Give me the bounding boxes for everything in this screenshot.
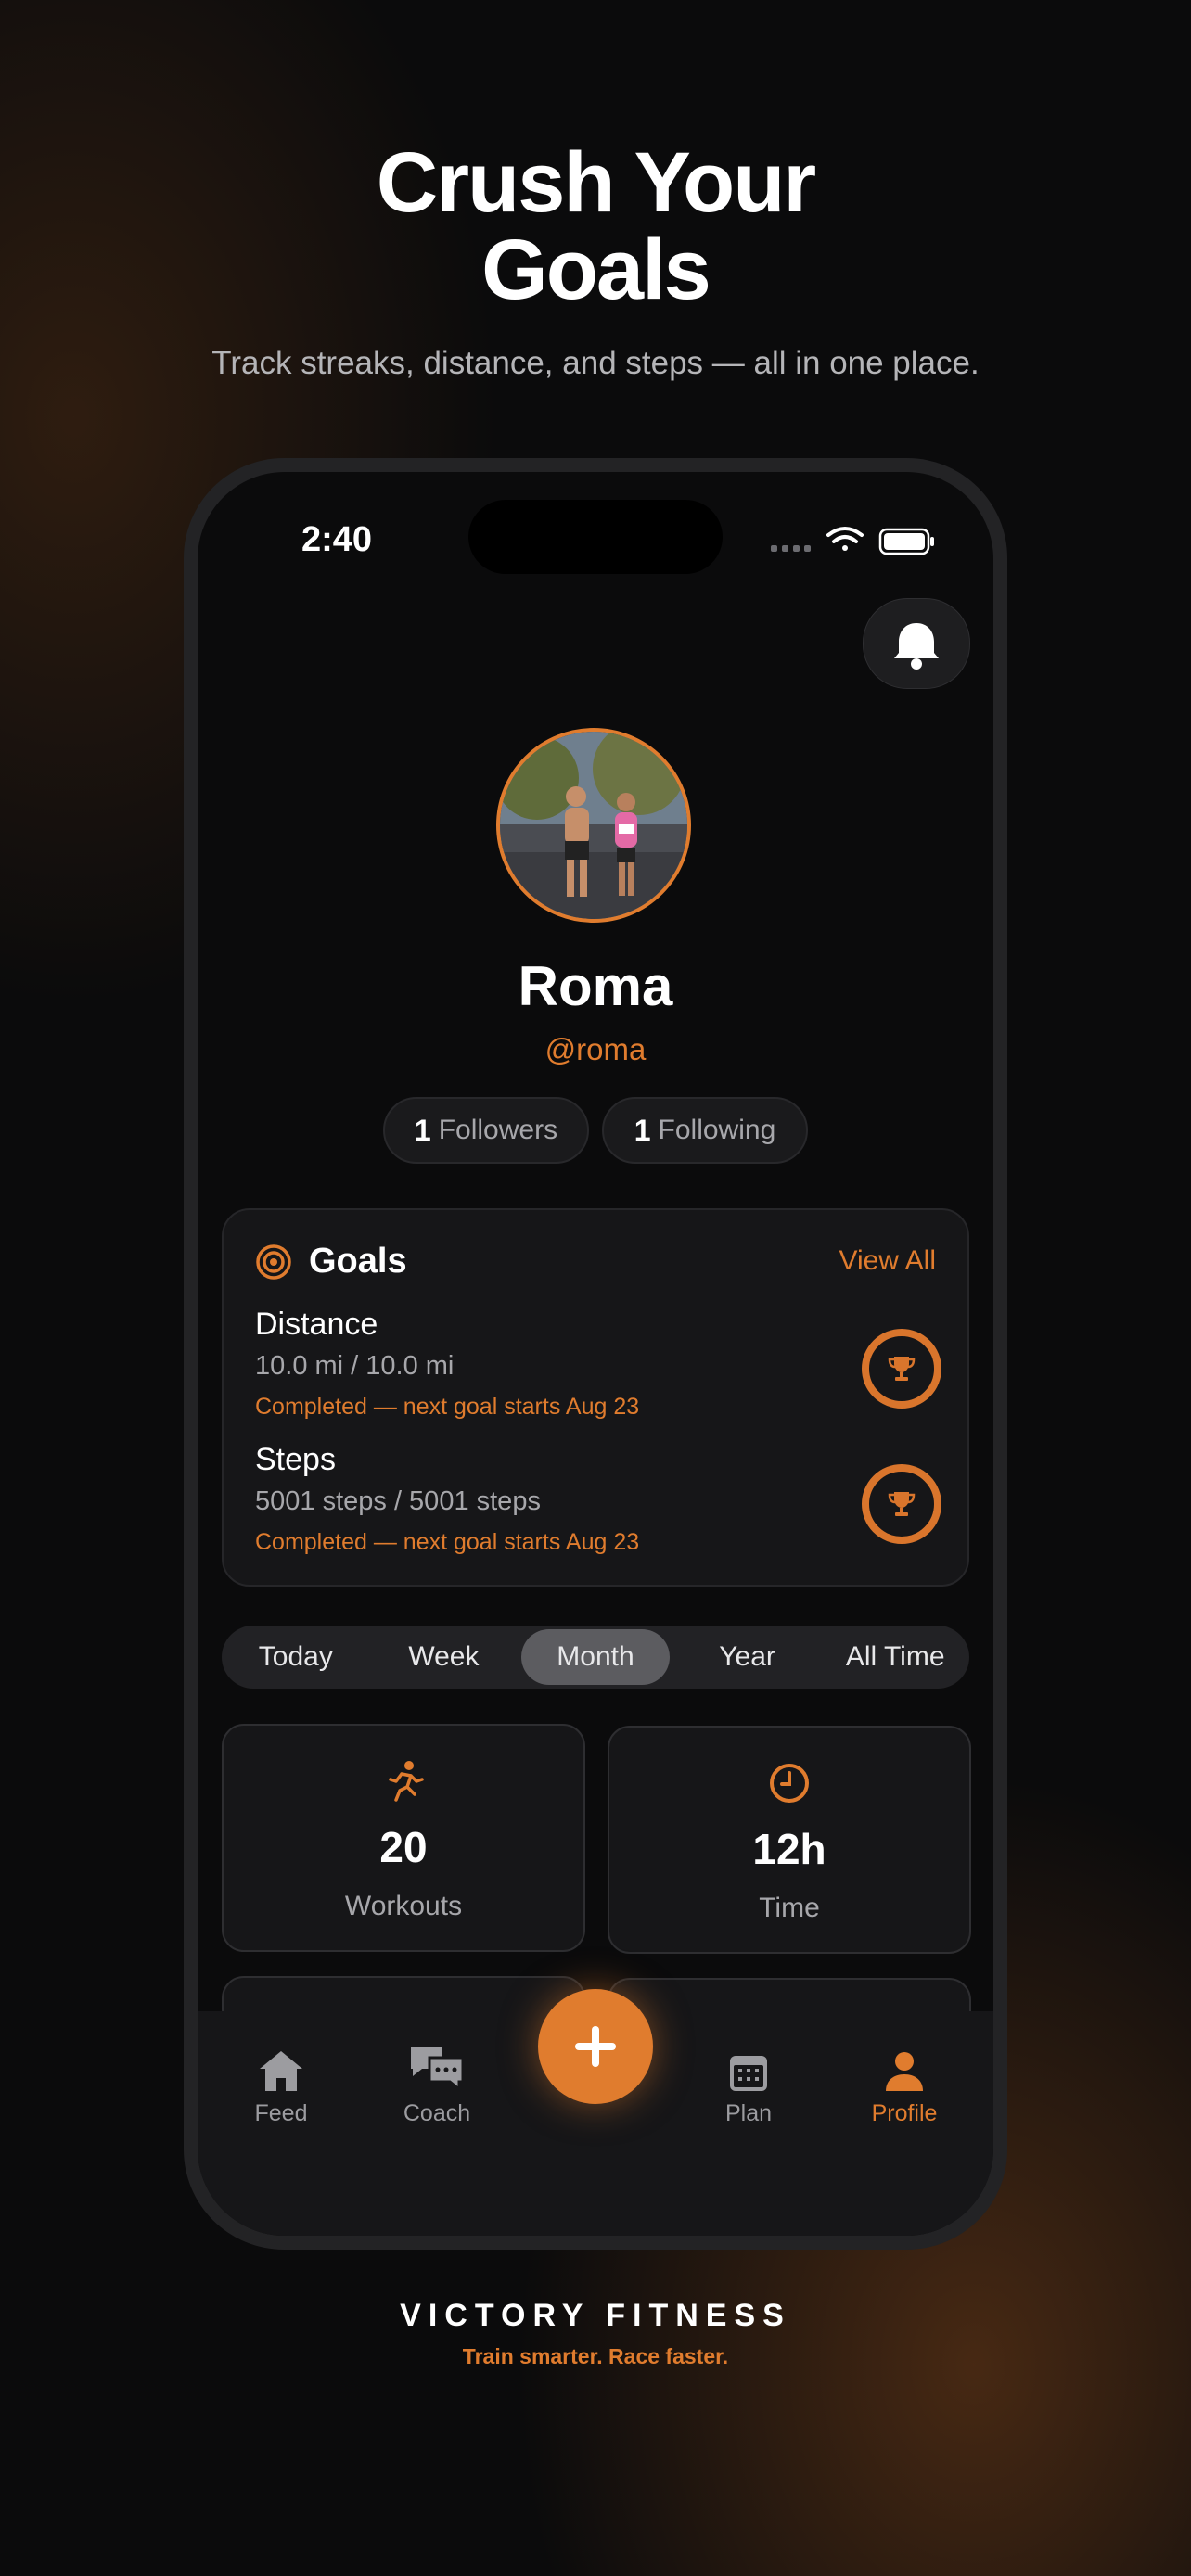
tab-label: Feed	[254, 2100, 308, 2126]
period-tab-year[interactable]: Year	[673, 1626, 822, 1689]
dynamic-island	[468, 500, 723, 574]
followers-pill[interactable]: 1 Followers	[383, 1097, 589, 1164]
following-count: 1	[634, 1113, 651, 1147]
chat-bubbles-icon	[411, 2047, 465, 2093]
stat-value: 12h	[752, 1825, 826, 1873]
clock-icon	[770, 1764, 809, 1803]
tab-plan[interactable]: Plan	[693, 2041, 804, 2127]
period-tab-month[interactable]: Month	[521, 1629, 670, 1685]
stat-card-time[interactable]: 12h Time	[608, 1726, 971, 1954]
trophy-icon	[888, 1357, 916, 1381]
bell-icon	[894, 623, 939, 670]
calendar-icon	[730, 2056, 767, 2091]
tab-feed[interactable]: Feed	[225, 2041, 337, 2127]
wifi-icon	[826, 527, 864, 551]
status-icons	[771, 527, 934, 555]
phone-frame: 2:40 Roma @roma 1 Followers 1 Following …	[184, 458, 1007, 2250]
headline: Crush Your Goals	[0, 139, 1191, 313]
tab-profile[interactable]: Profile	[849, 2041, 960, 2127]
profile-handle: @roma	[544, 1032, 647, 1066]
brand-tagline: Train smarter. Race faster.	[462, 2344, 729, 2368]
plus-icon	[575, 2026, 616, 2067]
profile-name: Roma	[518, 955, 673, 1017]
period-tab-week[interactable]: Week	[370, 1626, 519, 1689]
goal-trophy-badge	[862, 1464, 941, 1544]
goal-progress: 5001 steps / 5001 steps	[255, 1486, 541, 1516]
brand-name: VICTORY FITNESS	[400, 2298, 791, 2333]
person-icon	[886, 2052, 923, 2091]
goal-name: Steps	[255, 1442, 336, 1477]
followers-count: 1	[414, 1113, 431, 1147]
trophy-icon	[888, 1492, 916, 1516]
stat-label: Time	[759, 1893, 820, 1923]
notifications-button[interactable]	[863, 598, 970, 689]
period-selector: Today Week Month Year All Time	[222, 1626, 969, 1689]
phone-screen: 2:40 Roma @roma 1 Followers 1 Following …	[198, 472, 993, 2236]
headline-line-2: Goals	[481, 223, 711, 317]
running-icon	[389, 1761, 424, 1802]
stat-value: 20	[379, 1823, 428, 1871]
tab-label: Coach	[403, 2100, 471, 2126]
goal-progress: 10.0 mi / 10.0 mi	[255, 1351, 455, 1381]
period-tab-today[interactable]: Today	[222, 1626, 370, 1689]
goal-status: Completed — next goal starts Aug 23	[255, 1394, 640, 1420]
goal-trophy-badge	[862, 1329, 941, 1409]
goals-title: Goals	[309, 1242, 407, 1281]
followers-label: Followers	[438, 1115, 558, 1145]
tab-label: Profile	[871, 2100, 938, 2126]
target-icon	[256, 1244, 291, 1280]
headline-line-1: Crush Your	[376, 135, 816, 230]
stat-card-workouts[interactable]: 20 Workouts	[222, 1724, 585, 1952]
goals-card: Goals View All Distance 10.0 mi / 10.0 m…	[222, 1208, 969, 1587]
avatar[interactable]	[496, 728, 691, 923]
status-time: 2:40	[301, 520, 373, 559]
subtitle: Track streaks, distance, and steps — all…	[211, 345, 980, 381]
following-pill[interactable]: 1 Following	[602, 1097, 808, 1164]
goal-name: Distance	[255, 1307, 378, 1342]
goal-status: Completed — next goal starts Aug 23	[255, 1529, 640, 1555]
signal-icon	[771, 545, 811, 552]
tab-coach[interactable]: Coach	[381, 2041, 493, 2127]
following-label: Following	[658, 1115, 776, 1145]
add-workout-button[interactable]	[538, 1989, 653, 2104]
avatar-photo	[500, 732, 687, 919]
home-icon	[260, 2051, 302, 2091]
battery-icon	[878, 528, 934, 555]
stat-label: Workouts	[344, 1891, 463, 1921]
view-all-link[interactable]: View All	[839, 1245, 936, 1277]
tab-label: Plan	[724, 2100, 773, 2126]
period-tab-all-time[interactable]: All Time	[821, 1626, 969, 1689]
